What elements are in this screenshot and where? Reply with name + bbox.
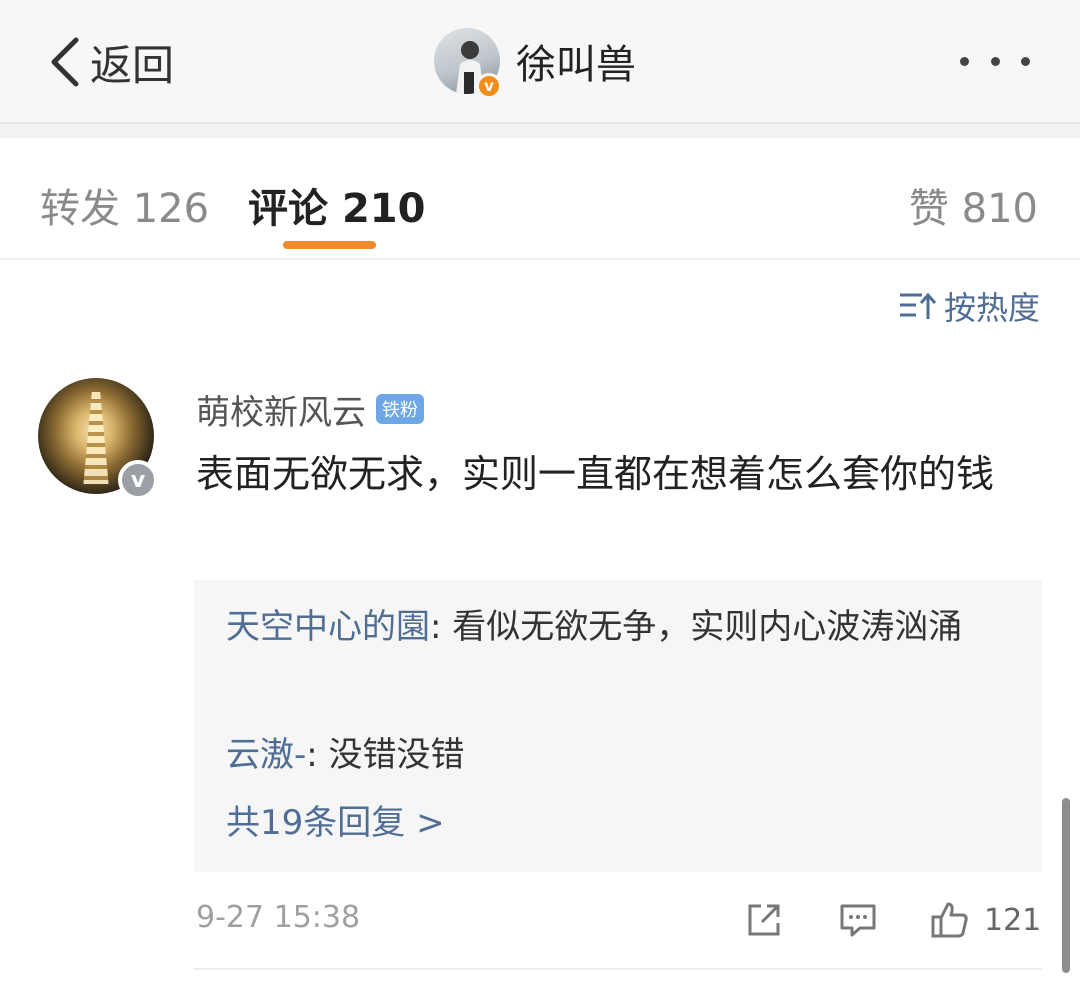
tab-repost[interactable]: 转发 126 [40, 176, 209, 234]
comment-author: 萌校新风云 铁粉 [196, 384, 424, 434]
reply-separator: : [306, 735, 329, 775]
view-all-replies-link[interactable]: 共19条回复 > [226, 794, 445, 852]
comment-timestamp: 9-27 15:38 [196, 900, 361, 935]
tab-repost-count: 126 [132, 186, 210, 232]
back-label: 返回 [90, 40, 175, 90]
tab-like[interactable]: 赞 810 [909, 176, 1038, 234]
tab-like-count: 810 [961, 186, 1038, 232]
more-dot-icon [990, 56, 1000, 66]
like-count: 121 [984, 902, 1042, 938]
sort-label: 按热度 [943, 289, 1040, 327]
fan-badge: 铁粉 [376, 394, 424, 424]
thumbs-up-icon [931, 902, 968, 938]
scrollbar[interactable] [1062, 798, 1070, 973]
chevron-left-icon [51, 37, 79, 87]
comment-divider [194, 968, 1042, 970]
reply-user[interactable]: 天空中心的園 [226, 607, 430, 647]
comment-footer: 9-27 15:38 121 [196, 890, 1042, 952]
reply-item[interactable]: 云滶-: 没错没错 [226, 726, 1016, 784]
reply-user[interactable]: 云滶- [226, 735, 306, 775]
profile-title[interactable]: 徐叫兽 [434, 28, 636, 94]
active-tab-indicator [283, 241, 376, 249]
comment-icon [840, 904, 876, 937]
comment-author-name[interactable]: 萌校新风云 [196, 385, 366, 434]
tab-repost-label: 转发 [40, 186, 120, 232]
reply-text: 没错没错 [328, 735, 465, 775]
sort-icon [899, 292, 936, 319]
reply-item[interactable]: 天空中心的園: 看似无欲无争，实则内心波涛汹涌 [226, 598, 1016, 656]
top-navigation-bar: 返回 徐叫兽 v [0, 0, 1080, 124]
back-button[interactable]: 返回 [48, 34, 174, 90]
reply-button[interactable] [838, 900, 878, 944]
tab-bar: 转发 126 评论 210 赞 810 [0, 138, 1080, 260]
reply-text: 看似无欲无争，实则内心波涛汹涌 [452, 607, 963, 647]
page-title: 徐叫兽 [516, 42, 636, 88]
share-icon [748, 904, 780, 936]
reply-preview-box[interactable]: 天空中心的園: 看似无欲无争，实则内心波涛汹涌 云滶-: 没错没错 共19条回复… [194, 580, 1042, 872]
sort-by-hot-button[interactable]: 按热度 [898, 284, 1040, 328]
more-dot-icon [960, 56, 969, 66]
share-button[interactable] [744, 900, 784, 944]
tab-like-label: 赞 [908, 186, 949, 232]
reply-separator: : [430, 607, 453, 647]
comment-text: 表面无欲无求，实则一直都在想着怎么套你的钱 [196, 452, 995, 496]
like-button[interactable]: 121 [930, 900, 1041, 940]
tab-comment-count: 210 [341, 186, 426, 232]
more-dot-icon [1021, 56, 1030, 66]
section-gap [0, 124, 1080, 138]
verified-badge-icon: v [476, 73, 502, 99]
pagoda-photo [83, 392, 109, 484]
more-options-button[interactable] [960, 48, 1030, 74]
verified-badge-icon: v [118, 460, 158, 500]
tab-comment[interactable]: 评论 210 [248, 176, 425, 234]
tab-comment-label: 评论 [248, 186, 328, 232]
